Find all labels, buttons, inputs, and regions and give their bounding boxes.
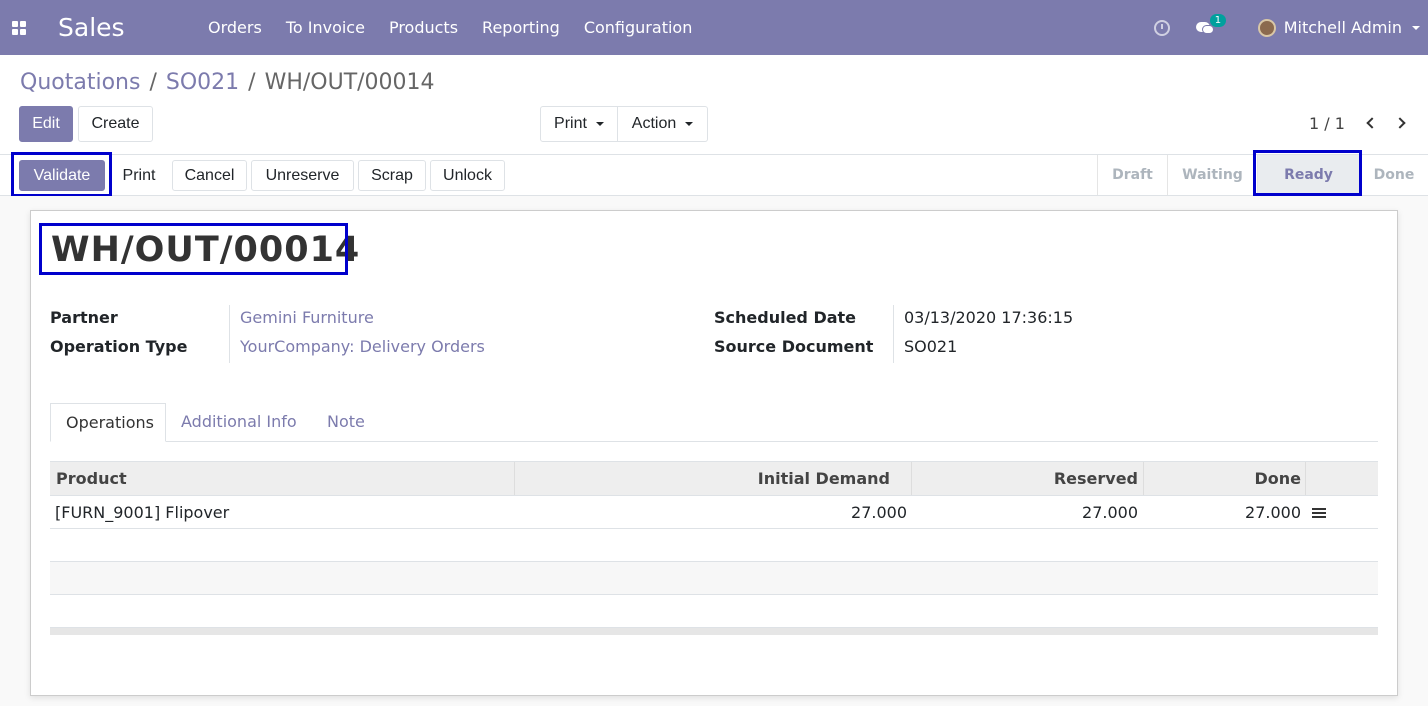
cell-reserved: 27.000 — [1082, 503, 1138, 522]
caret-down-icon — [1412, 25, 1420, 30]
menu-configuration[interactable]: Configuration — [572, 18, 705, 37]
validate-button[interactable]: Validate — [19, 160, 105, 191]
scheduled-date-value: 03/13/2020 17:36:15 — [904, 308, 1074, 327]
source-document-value: SO021 — [904, 337, 958, 356]
operation-type-value[interactable]: YourCompany: Delivery Orders — [240, 337, 485, 356]
partner-value[interactable]: Gemini Furniture — [240, 308, 374, 327]
avatar — [1257, 18, 1276, 37]
breadcrumb-separator: / — [149, 70, 157, 95]
menu-products[interactable]: Products — [377, 18, 470, 37]
empty-row — [50, 595, 1378, 628]
pager-previous-icon[interactable] — [1362, 114, 1382, 134]
edit-button[interactable]: Edit — [19, 106, 73, 142]
tab-note[interactable]: Note — [327, 403, 365, 442]
empty-row — [50, 529, 1378, 562]
pager-next-icon[interactable] — [1394, 114, 1414, 134]
stage-waiting[interactable]: Waiting — [1167, 155, 1257, 195]
operation-type-label: Operation Type — [50, 337, 188, 356]
cancel-button[interactable]: Cancel — [172, 160, 247, 191]
caret-down-icon — [685, 122, 694, 126]
breadcrumb-current: WH/OUT/00014 — [264, 70, 435, 95]
user-menu[interactable]: Mitchell Admin — [1257, 18, 1420, 37]
stage-done[interactable]: Done — [1359, 155, 1428, 195]
print-action-group: Print Action — [540, 106, 708, 142]
scrap-button[interactable]: Scrap — [358, 160, 426, 191]
tab-additional-info[interactable]: Additional Info — [181, 403, 297, 442]
column-reserved[interactable]: Reserved — [1054, 462, 1138, 495]
main-menu: Orders To Invoice Products Reporting Con… — [196, 18, 704, 37]
record-title: WH/OUT/00014 — [51, 230, 361, 270]
detailed-operations-icon[interactable] — [1312, 508, 1326, 520]
cell-initial-demand: 27.000 — [851, 503, 907, 522]
action-dropdown-button[interactable]: Action — [618, 106, 708, 142]
table-row[interactable]: [FURN_9001] Flipover 27.000 27.000 27.00… — [50, 496, 1378, 529]
chat-icon[interactable]: 1 — [1195, 13, 1227, 35]
field-divider — [893, 305, 894, 363]
scheduled-date-label: Scheduled Date — [714, 308, 857, 327]
chat-badge: 1 — [1209, 13, 1227, 27]
status-bar: Validate Print Cancel Unreserve Scrap Un… — [0, 154, 1428, 196]
unreserve-button[interactable]: Unreserve — [251, 160, 354, 191]
table-footer — [50, 628, 1378, 635]
app-name[interactable]: Sales — [58, 13, 178, 42]
print-button[interactable]: Print — [110, 160, 168, 191]
breadcrumb-separator: / — [248, 70, 256, 95]
caret-down-icon — [595, 122, 604, 126]
tab-operations[interactable]: Operations — [50, 403, 166, 442]
menu-orders[interactable]: Orders — [196, 18, 274, 37]
cell-product: [FURN_9001] Flipover — [55, 503, 230, 522]
partner-label: Partner — [50, 308, 118, 327]
menu-to-invoice[interactable]: To Invoice — [274, 18, 377, 37]
stage-draft[interactable]: Draft — [1097, 155, 1167, 195]
column-product[interactable]: Product — [56, 462, 127, 495]
apps-menu-icon[interactable] — [0, 0, 38, 55]
breadcrumb-so021[interactable]: SO021 — [166, 70, 239, 95]
unlock-button[interactable]: Unlock — [430, 160, 505, 191]
empty-row — [50, 562, 1378, 595]
print-dropdown-button[interactable]: Print — [540, 106, 618, 142]
column-initial-demand[interactable]: Initial Demand — [758, 462, 890, 495]
column-done[interactable]: Done — [1254, 462, 1301, 495]
user-name: Mitchell Admin — [1283, 18, 1402, 37]
stage-pipeline: Draft Waiting Ready Done — [1097, 155, 1428, 195]
breadcrumb: Quotations / SO021 / WH/OUT/00014 — [20, 70, 435, 95]
pager-value[interactable]: 1 / 1 — [1309, 114, 1345, 133]
cell-done: 27.000 — [1245, 503, 1301, 522]
table-header: Product Initial Demand Reserved Done — [50, 461, 1378, 496]
stage-ready[interactable]: Ready — [1257, 155, 1359, 195]
create-button[interactable]: Create — [78, 106, 153, 142]
source-document-label: Source Document — [714, 337, 874, 356]
operations-table: Product Initial Demand Reserved Done [FU… — [50, 461, 1378, 635]
activity-clock-icon[interactable] — [1153, 19, 1170, 36]
breadcrumb-quotations[interactable]: Quotations — [20, 70, 140, 95]
top-navbar: Sales Orders To Invoice Products Reporti… — [0, 0, 1428, 55]
menu-reporting[interactable]: Reporting — [470, 18, 572, 37]
notebook-tabs: Operations Additional Info Note — [50, 403, 1378, 442]
field-divider — [229, 305, 230, 363]
